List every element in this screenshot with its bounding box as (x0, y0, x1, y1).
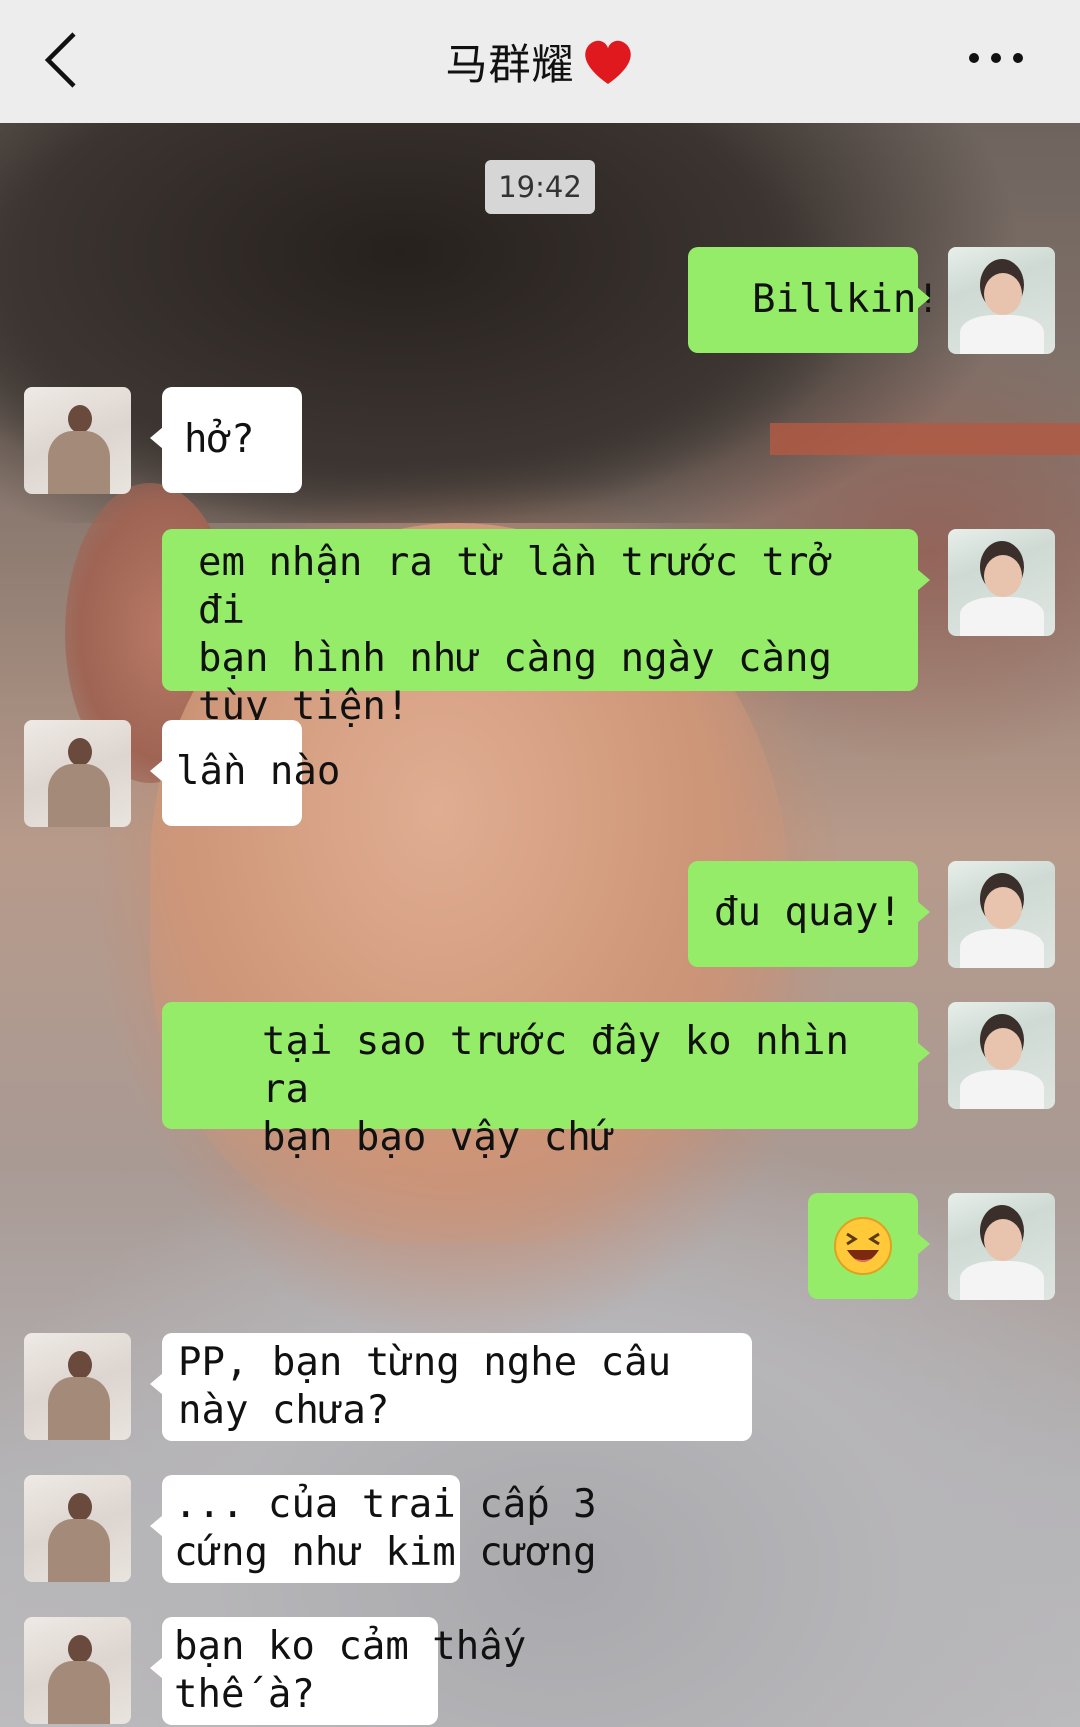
background-photo-detail (770, 423, 1080, 455)
message-text: lần nào (176, 749, 341, 794)
message-bubble-received[interactable]: ... của trai cấp 3 cứng như kim cương (150, 1475, 597, 1583)
chat-title: 马群耀 (445, 40, 575, 89)
message-bubble-received[interactable]: hở? (150, 387, 302, 493)
message-bubble-received[interactable]: PP, bạn từng nghe câu này chưa? (150, 1333, 752, 1441)
avatar-self[interactable] (948, 1002, 1055, 1109)
avatar-self[interactable] (948, 529, 1055, 636)
chat-header: 马群耀 (0, 0, 1080, 123)
chat-area[interactable]: 19:42 Billkin! hở? em nhận ra từ lần trư… (0, 123, 1080, 1727)
message-text: em nhận ra từ lần trước trở đi (198, 540, 832, 633)
avatar-contact[interactable] (24, 1617, 131, 1724)
avatar-self[interactable] (948, 861, 1055, 968)
timestamp: 19:42 (485, 160, 595, 214)
message-bubble-sent[interactable]: em nhận ra từ lần trước trở đi bạn hình … (162, 529, 930, 729)
message-text: bạn ko cảm thấy (174, 1624, 527, 1669)
message-text: tùy tiện! (198, 684, 410, 729)
message-text: thế à? (174, 1672, 315, 1717)
message-text: hở? (184, 417, 255, 462)
avatar-self[interactable] (948, 247, 1055, 354)
message-text: bạn hình như càng ngày càng (198, 636, 832, 681)
chat-title-wrap: 马群耀 (0, 0, 1080, 123)
message-text: Billkin! (752, 277, 940, 322)
message-text: này chưa? (178, 1388, 390, 1433)
message-text: bạn bạo vậy chứ (262, 1115, 615, 1160)
message-text: ... của trai cấp 3 (174, 1482, 597, 1527)
message-text: đu quay! (714, 890, 902, 935)
avatar-contact[interactable] (24, 1475, 131, 1582)
avatar-contact[interactable] (24, 387, 131, 494)
heart-icon (584, 40, 631, 84)
message-bubble-received[interactable]: lần nào (150, 720, 341, 826)
message-bubble-sent[interactable] (808, 1193, 930, 1299)
message-bubble-sent[interactable]: Billkin! (688, 247, 940, 353)
message-bubble-received[interactable]: bạn ko cảm thấy thế à? (150, 1617, 527, 1725)
avatar-self[interactable] (948, 1193, 1055, 1300)
more-dots-icon[interactable] (966, 40, 1026, 76)
laughing-emoji (834, 1217, 892, 1275)
message-text: PP, bạn từng nghe câu (178, 1340, 672, 1385)
message-text: tại sao trước đây ko nhìn ra (262, 1019, 849, 1112)
message-text: cứng như kim cương (174, 1530, 597, 1575)
avatar-contact[interactable] (24, 1333, 131, 1440)
message-bubble-sent[interactable]: tại sao trước đây ko nhìn ra bạn bạo vậy… (162, 1002, 930, 1160)
avatar-contact[interactable] (24, 720, 131, 827)
message-bubble-sent[interactable]: đu quay! (688, 861, 930, 967)
